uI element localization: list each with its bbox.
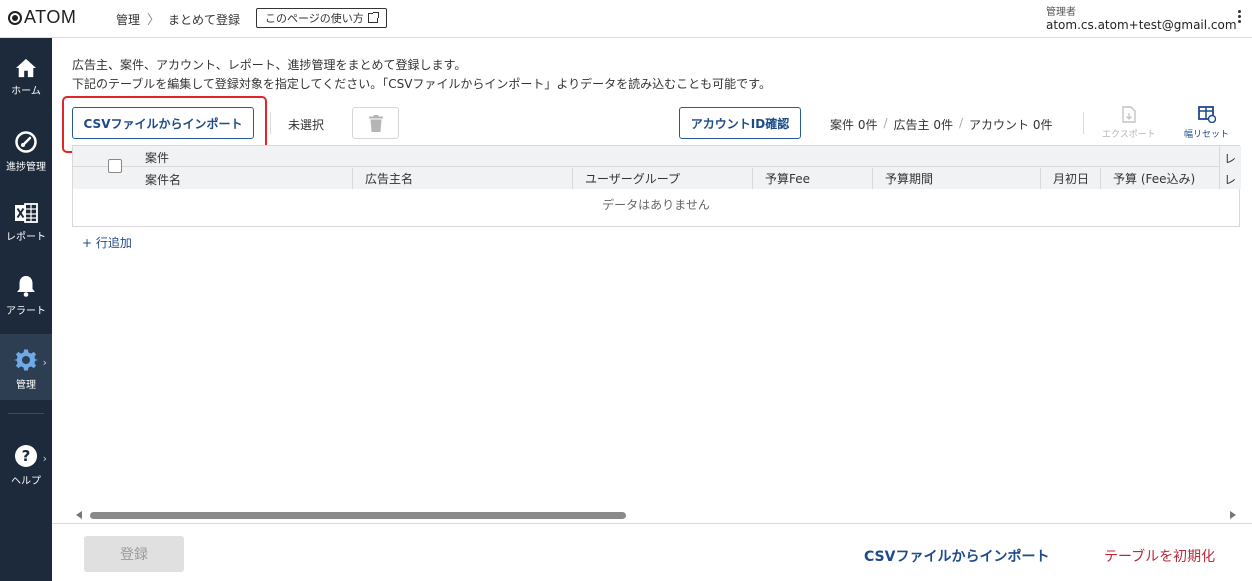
sidebar-item-report[interactable]: レポート [0, 188, 52, 254]
intro-line-1: 広告主、案件、アカウント、レポート、進捗管理をまとめて登録します。 [72, 58, 467, 72]
help-icon: ? [15, 445, 37, 467]
account-id-check-button[interactable]: アカウントID確認 [679, 107, 801, 139]
column-header-project-name[interactable]: 案件名 [145, 171, 181, 188]
record-counts: 案件 0件 / 広告主 0件 / アカウント 0件 [830, 116, 1052, 133]
column-header-label: 広告主名 [365, 172, 414, 186]
column-header-label: レ [1224, 173, 1237, 187]
column-header-budget-fee[interactable]: 予算Fee [752, 168, 872, 189]
table-group-header-row [73, 146, 1219, 167]
table-header: 案件 案件名 広告主名 ユーザーグループ 予算Fee 予算期間 月初日 予算 (… [73, 146, 1219, 189]
add-row-button[interactable]: + 行追加 [82, 234, 132, 251]
howto-label: このページの使い方 [265, 12, 364, 25]
scrollbar-thumb[interactable] [90, 512, 626, 519]
sidebar-item-label: ホーム [11, 86, 41, 97]
sidebar-divider [8, 413, 44, 414]
column-reset-icon [1197, 106, 1216, 123]
export-label: エクスポート [1102, 130, 1156, 140]
register-button[interactable]: 登録 [84, 536, 184, 572]
csv-import-button[interactable]: CSVファイルからインポート [72, 107, 254, 139]
delete-button[interactable] [352, 107, 399, 139]
empty-message: データはありません [602, 198, 710, 212]
sidebar: ホーム 進捗管理 レポート アラート › 管理 ? › ヘルプ [0, 38, 52, 581]
intro-line-2: 下記のテーブルを編集して登録対象を指定してください。「CSVファイルからインポー… [72, 77, 771, 91]
column-header-advertiser[interactable]: 広告主名 [352, 168, 572, 189]
user-role: 管理者 [1046, 7, 1076, 18]
toolbar-divider [1083, 112, 1084, 134]
sidebar-item-label: 進捗管理 [6, 162, 46, 173]
column-header-label: ユーザーグループ [585, 172, 681, 186]
scroll-left-icon[interactable] [76, 511, 82, 519]
column-header-user-group[interactable]: ユーザーグループ [572, 168, 752, 189]
footer-bar: 登録 CSVファイルからインポート テーブルを初期化 [52, 523, 1252, 581]
horizontal-scrollbar[interactable] [72, 508, 1240, 522]
howto-button[interactable]: このページの使い方 [256, 8, 387, 28]
svg-text:?: ? [22, 447, 31, 465]
select-all-checkbox[interactable] [108, 159, 122, 173]
column-header-budget-period[interactable]: 予算期間 [872, 168, 1040, 189]
bulk-register-table: 案件 案件名 広告主名 ユーザーグループ 予算Fee 予算期間 月初日 予算 (… [72, 145, 1241, 227]
sidebar-item-admin[interactable]: › 管理 [0, 334, 52, 400]
bell-icon [17, 276, 35, 297]
chevron-right-icon: › [42, 452, 47, 465]
column-header-budget-with-fee[interactable]: 予算 (Fee込み) [1100, 168, 1219, 189]
breadcrumb-admin[interactable]: 管理 [116, 11, 140, 28]
gauge-icon [15, 131, 37, 153]
sidebar-item-help[interactable]: ? › ヘルプ [0, 430, 52, 496]
export-button[interactable]: エクスポート [1102, 106, 1156, 140]
column-header-month-start[interactable]: 月初日 [1040, 168, 1100, 189]
external-link-icon [367, 12, 379, 23]
user-email[interactable]: atom.cs.atom+test@gmail.com [1046, 18, 1237, 32]
column-header-label: 予算Fee [765, 172, 811, 186]
reset-width-label: 幅リセット [1184, 130, 1230, 140]
breadcrumb-current: まとめて登録 [168, 13, 241, 27]
trash-icon [368, 114, 383, 132]
column-header-label: 予算 (Fee込み) [1113, 172, 1196, 186]
sidebar-item-progress[interactable]: 進捗管理 [0, 116, 52, 182]
column-header-label: 月初日 [1053, 172, 1090, 186]
column-header-cut: レ レ [1219, 146, 1241, 189]
scroll-right-icon[interactable] [1230, 511, 1236, 519]
sidebar-item-label: ヘルプ [11, 476, 41, 487]
logo-text: ATOM [24, 7, 77, 27]
sidebar-item-home[interactable]: ホーム [0, 44, 52, 110]
home-icon [16, 58, 36, 78]
gear-icon [14, 349, 38, 371]
reset-table-link[interactable]: テーブルを初期化 [1104, 546, 1215, 566]
sidebar-item-label: レポート [6, 232, 46, 243]
column-header-label: レ [1224, 152, 1237, 166]
sidebar-item-label: アラート [6, 306, 46, 317]
group-header-project: 案件 [145, 151, 170, 165]
export-file-icon [1122, 106, 1136, 123]
selection-status: 未選択 [288, 118, 325, 132]
chevron-right-icon: › [42, 356, 47, 369]
excel-icon [15, 203, 38, 223]
toolbar-divider [270, 112, 271, 134]
more-menu-icon[interactable] [1238, 10, 1242, 23]
top-header: ATOM 管理 〉 まとめて登録 このページの使い方 管理者 atom.cs.a… [0, 0, 1252, 38]
count-projects: 案件 0件 [830, 118, 878, 132]
reset-width-button[interactable]: 幅リセット [1184, 106, 1229, 140]
count-advertisers: 広告主 0件 [893, 118, 953, 132]
column-header-label: 予算期間 [885, 172, 934, 186]
sidebar-item-label: 管理 [16, 380, 36, 391]
count-separator: / [958, 116, 963, 130]
footer-csv-import-link[interactable]: CSVファイルからインポート [864, 546, 1049, 566]
sidebar-item-alert[interactable]: アラート [0, 260, 52, 326]
count-accounts: アカウント 0件 [969, 118, 1053, 132]
count-separator: / [883, 116, 888, 130]
breadcrumb-separator-icon: 〉 [147, 13, 161, 28]
atom-logo[interactable]: ATOM [8, 7, 76, 28]
logo-mark-icon [8, 10, 22, 25]
